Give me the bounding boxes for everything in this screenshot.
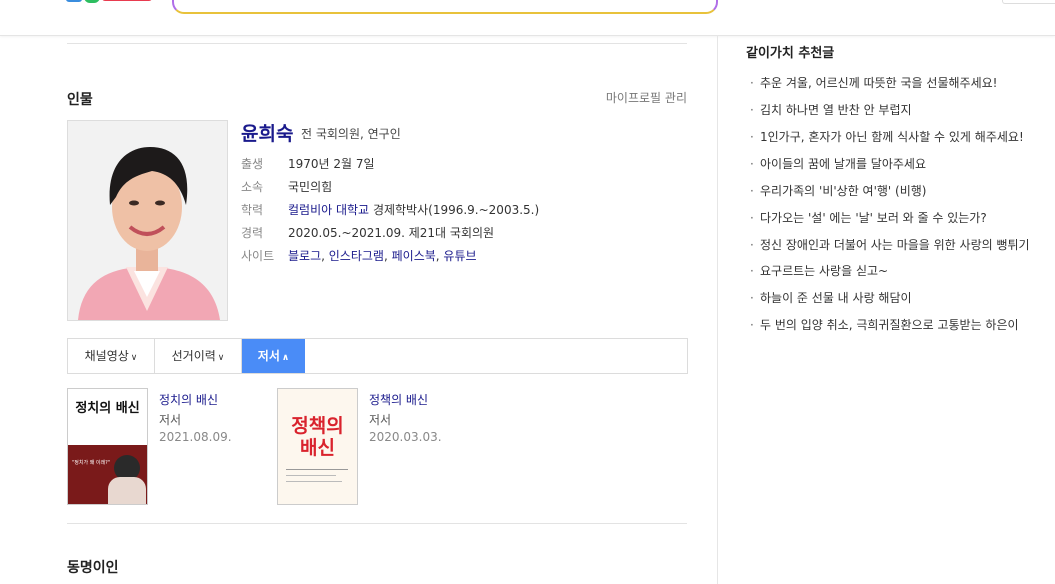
book-cover-2[interactable]: 정책의 배신	[277, 388, 358, 505]
book-cover-1[interactable]: 정치의 배신 "정치가 왜 이래?"	[67, 388, 148, 505]
recommend-item[interactable]: · 다가오는 '설' 에는 '날' 보러 와 줄 수 있는가?	[750, 209, 987, 226]
recommend-item[interactable]: · 추운 겨울, 어르신께 따뜻한 국을 선물해주세요!	[750, 74, 997, 91]
book-role-2: 저서	[369, 413, 392, 427]
degree-text: 경제학박사(1996.9.~2003.5.)	[372, 203, 540, 217]
book-title-2[interactable]: 정책의 배신	[369, 391, 428, 408]
tab-channel-video[interactable]: 채널영상 ∨	[68, 339, 155, 373]
chevron-down-icon: ∨	[217, 353, 225, 363]
section-title-same-name: 동명이인	[67, 560, 119, 576]
info-key: 경력	[241, 226, 264, 240]
top-bar	[0, 0, 1055, 36]
chevron-down-icon: ∨	[130, 353, 138, 363]
recommend-item[interactable]: · 두 번의 입양 취소, 극희귀질환으로 고통받는 하은이	[750, 316, 1019, 333]
book-date-2: 2020.03.03.	[369, 430, 442, 444]
my-profile-link[interactable]: 마이프로필 관리	[606, 89, 687, 106]
divider	[67, 43, 687, 44]
instagram-link[interactable]: 인스타그램	[329, 249, 384, 263]
section-title-person: 인물	[67, 92, 93, 108]
book-title-1[interactable]: 정치의 배신	[159, 391, 218, 408]
chevron-up-icon: ∧	[281, 353, 290, 363]
recommend-item[interactable]: · 요구르트는 사랑을 싣고~	[750, 262, 888, 279]
column-divider	[717, 35, 718, 584]
info-value: 2020.05.~2021.09. 제21대 국회의원	[288, 226, 495, 240]
tab-books[interactable]: 저서 ∧	[242, 339, 305, 373]
recommend-item[interactable]: · 김치 하나면 열 반찬 안 부럽지	[750, 101, 912, 118]
info-value: 1970년 2월 7일	[288, 157, 375, 171]
info-key: 출생	[241, 157, 264, 171]
book-role-1: 저서	[159, 413, 182, 427]
search-input[interactable]	[172, 0, 718, 14]
youtube-link[interactable]: 유튜브	[443, 249, 476, 263]
info-key: 소속	[241, 180, 264, 194]
info-key: 학력	[241, 203, 264, 217]
person-photo[interactable]	[67, 120, 228, 321]
person-name[interactable]: 윤희숙	[241, 119, 293, 146]
blog-link[interactable]: 블로그	[288, 249, 321, 263]
recommend-item[interactable]: · 하늘이 준 선물 내 사랑 해담이	[750, 289, 912, 306]
recommend-item[interactable]: · 1인가구, 혼자가 아닌 함께 식사할 수 있게 해주세요!	[750, 128, 1024, 145]
tab-election-history[interactable]: 선거이력 ∨	[155, 339, 242, 373]
recommend-item[interactable]: · 아이들의 꿈에 날개를 달아주세요	[750, 155, 926, 172]
recommend-item[interactable]: · 정신 장애인과 더불어 사는 마을을 위한 사랑의 뻥튀기	[750, 236, 1030, 253]
recommend-title: 같이가치 추천글	[746, 46, 835, 61]
divider	[67, 523, 687, 524]
daum-logo[interactable]	[66, 0, 156, 4]
book-date-1: 2021.08.09.	[159, 430, 232, 444]
person-description: 전 국회의원, 연구인	[301, 127, 401, 141]
info-key: 사이트	[241, 249, 275, 263]
party-link[interactable]: 국민의힘	[288, 178, 332, 195]
person-tabs: 채널영상 ∨ 선거이력 ∨ 저서 ∧	[67, 338, 688, 374]
facebook-link[interactable]: 페이스북	[392, 249, 436, 263]
university-link[interactable]: 컬럼비아 대학교	[288, 203, 369, 217]
top-right-button[interactable]	[1002, 0, 1055, 4]
recommend-item[interactable]: · 우리가족의 '비'상한 여'행' (비행)	[750, 182, 926, 199]
